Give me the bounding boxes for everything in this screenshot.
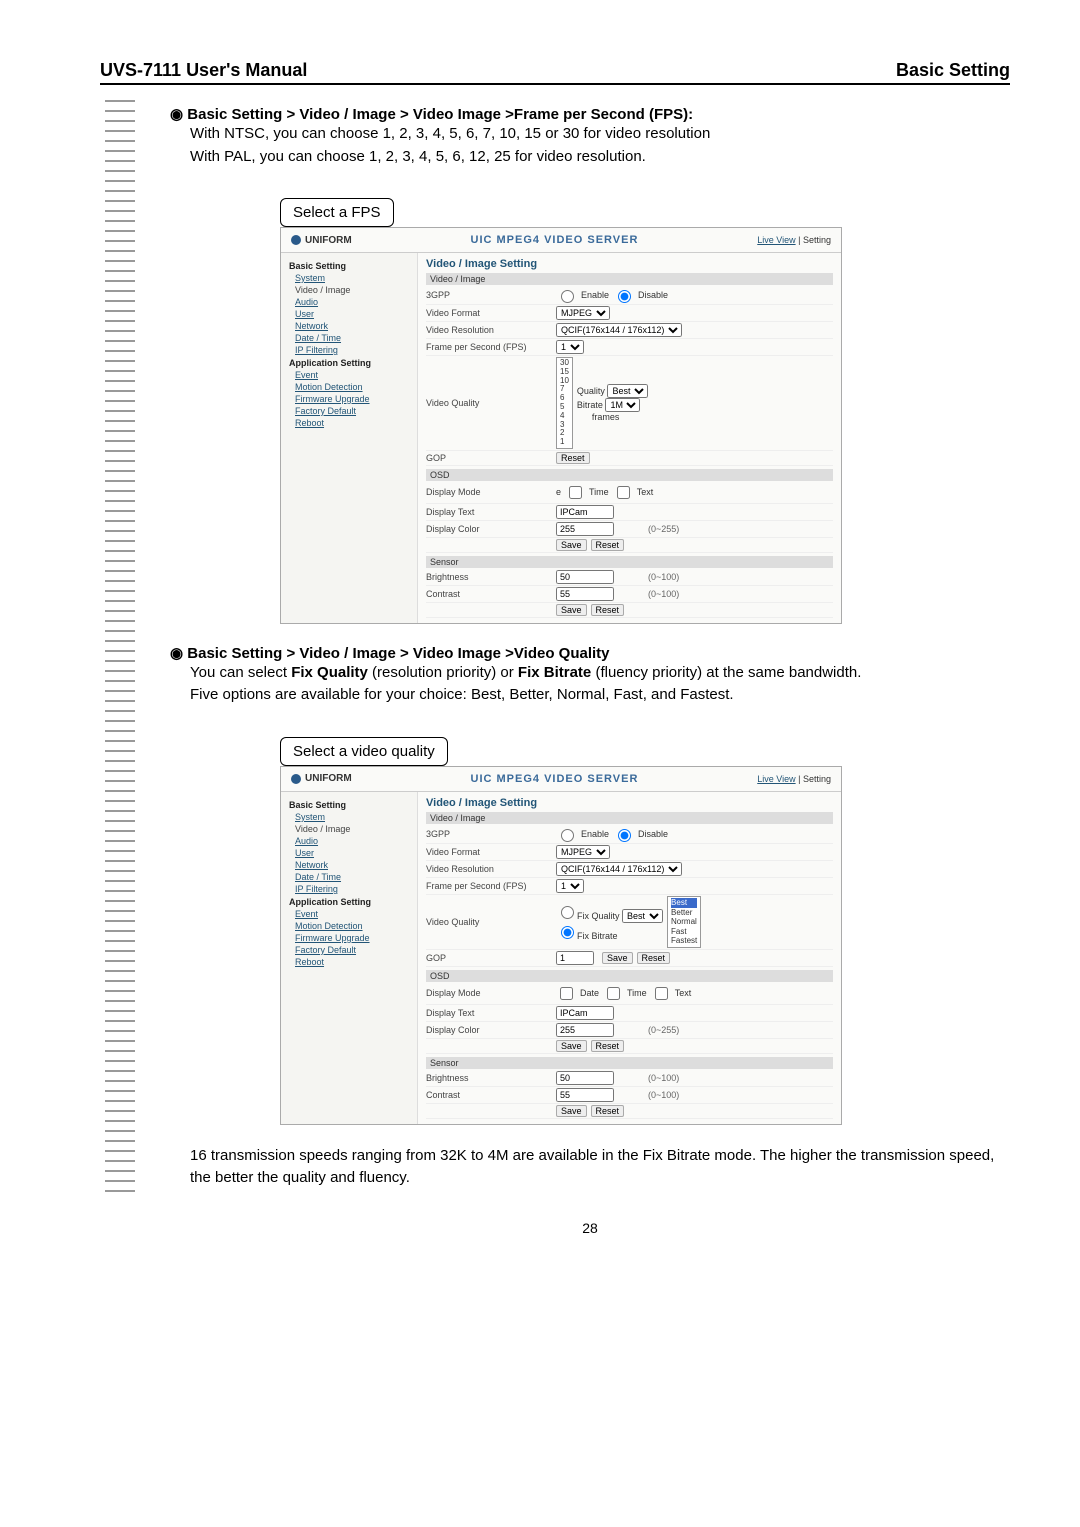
bitrate-select[interactable]: 1M <box>605 398 640 412</box>
save-btn2[interactable]: Save <box>556 604 587 616</box>
fix-quality-radio[interactable] <box>561 906 574 919</box>
fps-dropdown-list[interactable]: 30 15 10 7 6 5 4 3 2 1 <box>556 357 573 449</box>
fps-callout: Select a FPS <box>280 198 394 227</box>
header-right: Basic Setting <box>896 60 1010 81</box>
nav-motion[interactable]: Motion Detection <box>295 382 409 392</box>
logo: UNIFORM <box>291 235 352 246</box>
sidebar-nav: Basic Setting System Video / Image Audio… <box>281 253 418 623</box>
nav-datetime[interactable]: Date / Time <box>295 333 409 343</box>
reset-btn3[interactable]: Reset <box>591 604 625 616</box>
quality-callout: Select a video quality <box>280 737 448 766</box>
header-links: Live View | Setting <box>757 235 831 245</box>
reset-btn[interactable]: Reset <box>556 452 590 464</box>
res-select[interactable]: QCIF(176x144 / 176x112) <box>556 323 682 337</box>
display-text-input[interactable] <box>556 505 614 519</box>
color-input[interactable] <box>556 522 614 536</box>
header-left: UVS-7111 User's Manual <box>100 60 307 81</box>
fps-select[interactable]: 1 <box>556 340 584 354</box>
3gpp-enable[interactable] <box>561 290 574 303</box>
format-select[interactable]: MJPEG <box>556 306 610 320</box>
cb-time[interactable] <box>569 486 582 499</box>
nav-system[interactable]: System <box>295 273 409 283</box>
contrast-input[interactable] <box>556 587 614 601</box>
fps-section-title: Basic Setting > Video / Image > Video Im… <box>170 105 1010 123</box>
logo2: UNIFORM <box>291 773 352 784</box>
quality-body: You can select Fix Quality (resolution p… <box>190 662 1010 707</box>
nav-audio[interactable]: Audio <box>295 297 409 307</box>
server-title: UIC MPEG4 VIDEO SERVER <box>471 234 639 246</box>
spiral-binding <box>105 100 135 1200</box>
fix-bitrate-radio[interactable] <box>561 926 574 939</box>
nav-reboot[interactable]: Reboot <box>295 418 409 428</box>
cb-text[interactable] <box>617 486 630 499</box>
page-header: UVS-7111 User's Manual Basic Setting <box>100 60 1010 85</box>
brightness-input[interactable] <box>556 570 614 584</box>
screenshot-fps: UNIFORM UIC MPEG4 VIDEO SERVER Live View… <box>280 227 842 624</box>
nav-firmware[interactable]: Firmware Upgrade <box>295 394 409 404</box>
nav-factory[interactable]: Factory Default <box>295 406 409 416</box>
quality-footer: 16 transmission speeds ranging from 32K … <box>190 1145 1010 1190</box>
nav-user[interactable]: User <box>295 309 409 319</box>
page-number: 28 <box>170 1220 1010 1236</box>
nav-network[interactable]: Network <box>295 321 409 331</box>
nav-event[interactable]: Event <box>295 370 409 380</box>
live-view-link2[interactable]: Live View <box>757 774 795 784</box>
nav-video[interactable]: Video / Image <box>295 285 409 295</box>
fps-body: With NTSC, you can choose 1, 2, 3, 4, 5,… <box>190 123 1010 168</box>
main-title: Video / Image Setting <box>426 258 833 270</box>
nav-ipfilter[interactable]: IP Filtering <box>295 345 409 355</box>
live-view-link[interactable]: Live View <box>757 235 795 245</box>
screenshot-quality: UNIFORM UIC MPEG4 VIDEO SERVER Live View… <box>280 766 842 1125</box>
3gpp-disable[interactable] <box>618 290 631 303</box>
reset-btn2[interactable]: Reset <box>591 539 625 551</box>
quality-section-title: Basic Setting > Video / Image > Video Im… <box>170 644 1010 662</box>
quality-select[interactable]: Best <box>607 384 648 398</box>
save-btn[interactable]: Save <box>556 539 587 551</box>
quality-dropdown-list[interactable]: Best Better Normal Fast Fastest <box>667 896 701 948</box>
sidebar-nav2: Basic Setting System Video / Image Audio… <box>281 792 418 1124</box>
